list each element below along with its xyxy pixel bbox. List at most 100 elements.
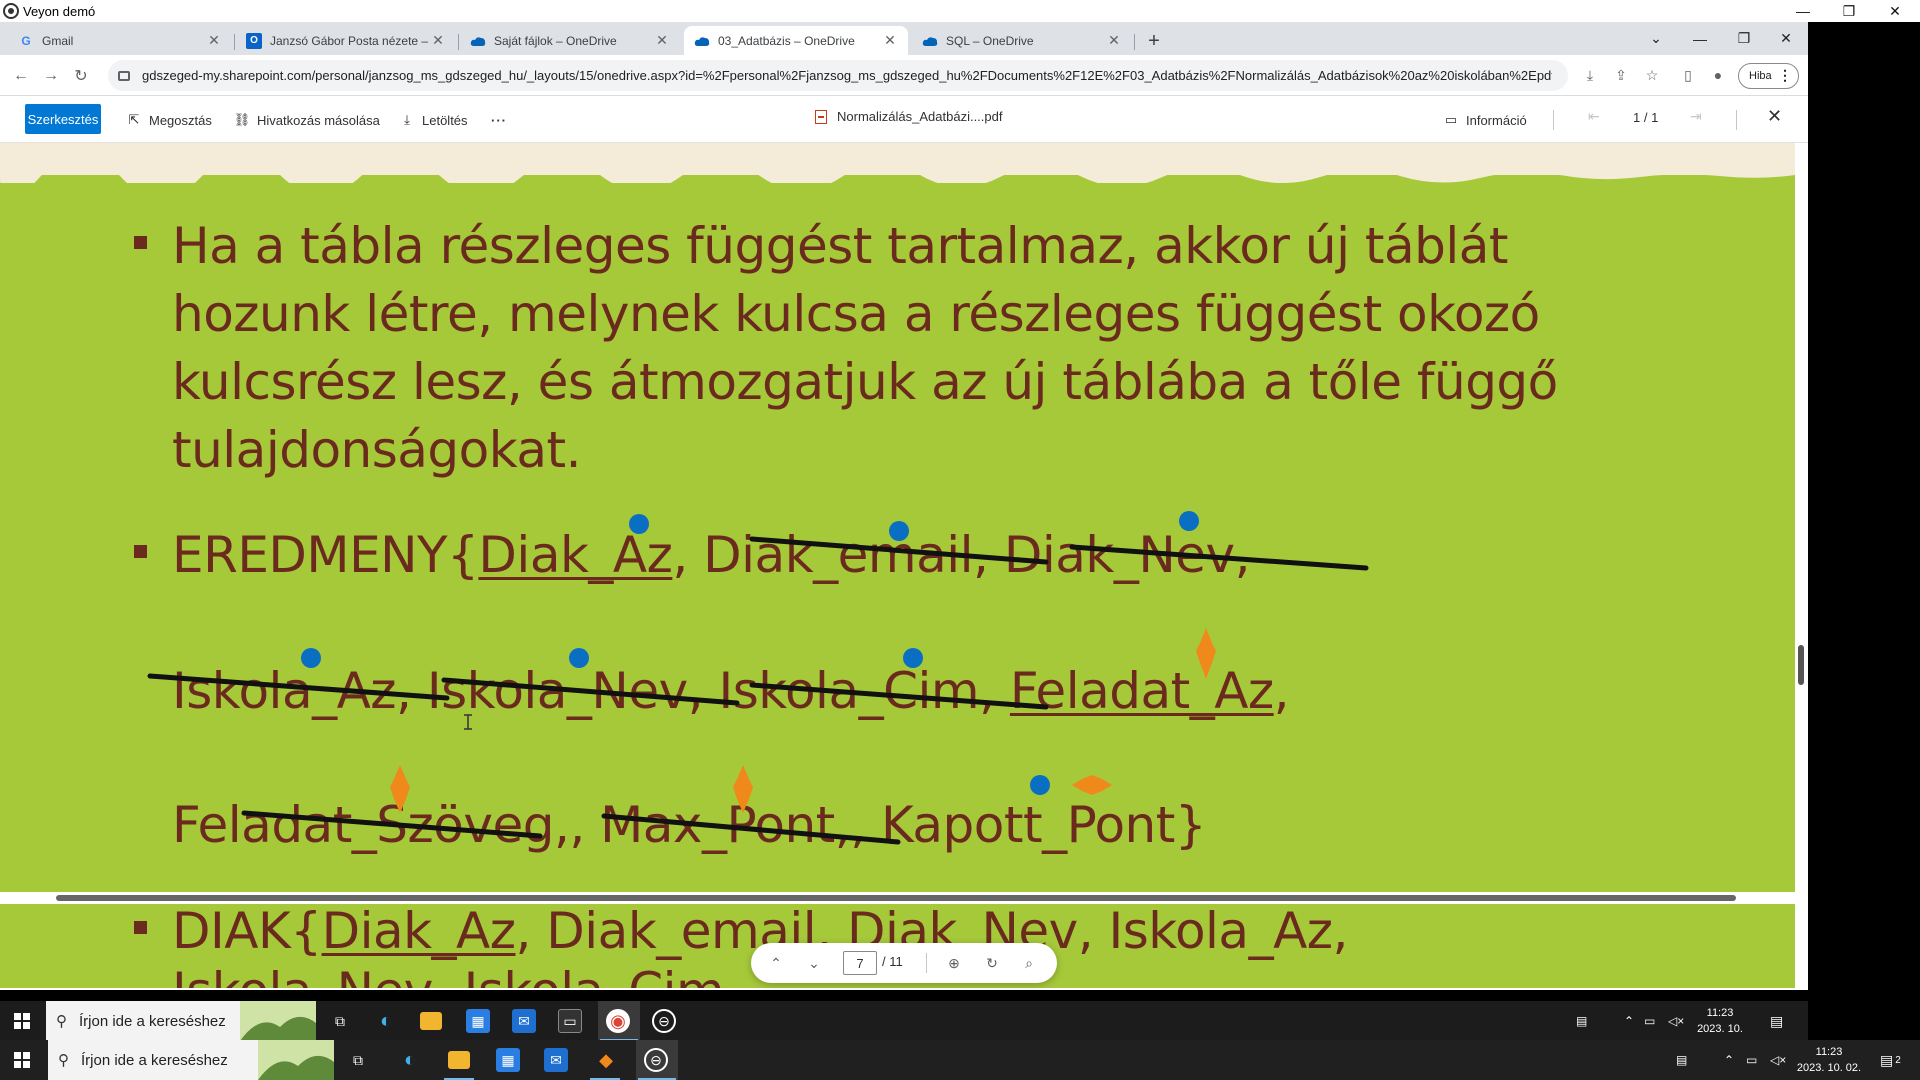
browser-restore-icon[interactable]: ❐	[1722, 22, 1766, 55]
forward-icon[interactable]: →	[38, 63, 64, 89]
veyon-taskbar-icon[interactable]: ⊖	[652, 1009, 676, 1033]
tab-close-icon[interactable]: ✕	[654, 32, 670, 49]
taskbar-search[interactable]: ⚲ Írjon ide a kereséshez	[46, 1001, 316, 1041]
veyon-taskbar-icon[interactable]: ⊖	[644, 1048, 668, 1072]
bullet1-line1: Ha a tábla részleges függést tartalmaz, …	[172, 217, 1508, 275]
page-number-input[interactable]: 7	[843, 951, 877, 975]
profile-error-button[interactable]: Hiba ⋮	[1738, 63, 1799, 89]
back-icon[interactable]: ←	[8, 63, 34, 89]
side-panel-icon[interactable]: ▯	[1678, 67, 1698, 85]
tray-expand-icon[interactable]: ⌃	[1624, 1001, 1634, 1041]
address-bar[interactable]: gdszeged-my.sharepoint.com/personal/janz…	[108, 60, 1568, 91]
tab-close-icon[interactable]: ✕	[1106, 32, 1122, 49]
volume-muted-icon[interactable]: ◁×	[1668, 1001, 1684, 1041]
new-tab-icon[interactable]: +	[1140, 28, 1168, 54]
network-icon[interactable]: ▭	[1746, 1040, 1757, 1080]
veyon-icon	[3, 3, 19, 19]
tray-expand-icon[interactable]: ⌃	[1724, 1040, 1734, 1080]
tab-adatbazis[interactable]: 03_Adatbázis – OneDrive ✕	[684, 26, 908, 55]
minimize-icon[interactable]: —	[1780, 0, 1826, 22]
clock-date: 2023. 10. 02.	[1796, 1062, 1862, 1074]
keyboard-icon[interactable]: ▤	[1676, 1040, 1687, 1080]
volume-muted-icon[interactable]: ◁×	[1770, 1040, 1786, 1080]
bullet1-line3: kulcsrész lesz, és átmozgatjuk az új táb…	[172, 353, 1558, 411]
reload-icon[interactable]: ↻	[68, 63, 94, 89]
clock-time: 11:23	[1815, 1046, 1843, 1058]
notification-count: 2	[1895, 1054, 1901, 1066]
chrome-icon[interactable]: ◉	[606, 1009, 630, 1033]
tab-sql[interactable]: SQL – OneDrive ✕	[912, 26, 1132, 55]
horizontal-scrollbar[interactable]	[0, 892, 1795, 904]
keyboard-icon[interactable]: ▤	[1576, 1001, 1587, 1041]
network-icon[interactable]: ▭	[1644, 1001, 1655, 1041]
separator: ,	[569, 796, 601, 854]
more-actions-button[interactable]: ···	[491, 109, 507, 131]
taskbar-search[interactable]: ⚲ Írjon ide a kereséshez	[48, 1040, 334, 1080]
file-explorer-icon[interactable]	[420, 1012, 442, 1030]
close-icon[interactable]: ✕	[1872, 0, 1918, 22]
terminal-icon[interactable]: ▭	[558, 1009, 582, 1033]
first-page-icon[interactable]: ⇤	[1588, 108, 1600, 125]
copy-link-button[interactable]: ⛓ Hivatkozás másolása	[233, 109, 380, 131]
system-clock[interactable]: 11:23 2023. 10. 02.	[1796, 1044, 1862, 1076]
veyon-title-bar: Veyon demó — ❐ ✕	[0, 0, 1920, 22]
notifications-icon[interactable]: ▤	[1770, 1001, 1783, 1041]
install-app-icon[interactable]: ⤓	[1580, 67, 1600, 85]
tab-gmail[interactable]: G Gmail ✕	[8, 26, 232, 55]
tab-close-icon[interactable]: ✕	[882, 32, 898, 49]
zoom-in-icon[interactable]: ⊕	[943, 952, 965, 974]
tab-search-chevron-icon[interactable]: ⌄	[1634, 22, 1678, 55]
notifications-icon[interactable]: ▤ 2	[1880, 1040, 1901, 1080]
h-scroll-thumb[interactable]	[56, 895, 1736, 901]
edit-button[interactable]: Szerkesztés	[25, 104, 101, 134]
browser-close-icon[interactable]: ✕	[1764, 22, 1808, 55]
google-icon: G	[21, 33, 31, 48]
windows-start-icon[interactable]	[14, 1013, 30, 1029]
next-page-icon[interactable]: ⌄	[803, 952, 825, 974]
tab-label: SQL – OneDrive	[946, 33, 1034, 48]
share-button[interactable]: ⇱ Megosztás	[125, 109, 212, 131]
menu-dots-icon[interactable]: ⋮	[1778, 67, 1792, 84]
scroll-thumb[interactable]	[1798, 645, 1804, 685]
tab-close-icon[interactable]: ✕	[430, 32, 446, 49]
vertical-scrollbar[interactable]	[1795, 143, 1808, 988]
store-icon[interactable]: ▦	[466, 1009, 490, 1033]
info-button[interactable]: ▭ Információ	[1442, 109, 1527, 131]
last-page-icon[interactable]: ⇥	[1690, 108, 1702, 125]
previous-page-icon[interactable]: ⌃	[765, 952, 787, 974]
store-icon[interactable]: ▦	[496, 1048, 520, 1072]
edge-icon[interactable]: ◐	[398, 1048, 422, 1072]
tab-label: Saját fájlok – OneDrive	[494, 33, 617, 48]
browser-toolbar: ← → ↻ gdszeged-my.sharepoint.com/persona…	[0, 55, 1808, 96]
task-view-icon[interactable]: ⧉	[346, 1048, 370, 1072]
separator: ,	[672, 526, 704, 584]
url-text[interactable]: gdszeged-my.sharepoint.com/personal/janz…	[142, 68, 1552, 83]
profile-avatar-icon[interactable]: ●	[1708, 67, 1728, 85]
onedrive-command-bar: Szerkesztés ⇱ Megosztás ⛓ Hivatkozás másol…	[0, 96, 1808, 143]
file-explorer-icon[interactable]	[448, 1051, 470, 1069]
search-icon[interactable]: ⌕	[1018, 952, 1040, 974]
bookmark-star-icon[interactable]: ☆	[1642, 67, 1662, 85]
separator: ,	[973, 526, 1004, 584]
eredmeny-max-pont: Max_Pont,	[600, 796, 851, 854]
close-viewer-icon[interactable]: ✕	[1767, 106, 1782, 127]
mail-icon[interactable]: ✉	[544, 1048, 568, 1072]
browser-minimize-icon[interactable]: —	[1678, 22, 1722, 55]
tab-close-icon[interactable]: ✕	[206, 32, 222, 49]
restore-icon[interactable]: ❐	[1826, 0, 1872, 22]
rotate-icon[interactable]: ↻	[981, 952, 1003, 974]
tab-sajat-fajlok[interactable]: Saját fájlok – OneDrive ✕	[460, 26, 680, 55]
tab-outlook[interactable]: O Janzsó Gábor Posta nézete – Ou ✕	[236, 26, 456, 55]
share-icon[interactable]: ⇪	[1611, 67, 1631, 85]
share-icon: ⇱	[128, 112, 140, 127]
search-highlight-image	[240, 1001, 316, 1041]
bullet1-line4: tulajdonságokat.	[172, 421, 581, 479]
app-diamond-icon[interactable]: ◆	[594, 1048, 618, 1072]
download-button[interactable]: ⤓ Letöltés	[398, 109, 467, 131]
eredmeny-prefix: EREDMENY{	[172, 526, 479, 584]
windows-start-icon[interactable]	[14, 1052, 30, 1068]
edge-icon[interactable]: ◐	[374, 1009, 398, 1033]
search-highlight-image	[258, 1040, 334, 1080]
task-view-icon[interactable]: ⧉	[328, 1009, 352, 1033]
mail-icon[interactable]: ✉	[512, 1009, 536, 1033]
